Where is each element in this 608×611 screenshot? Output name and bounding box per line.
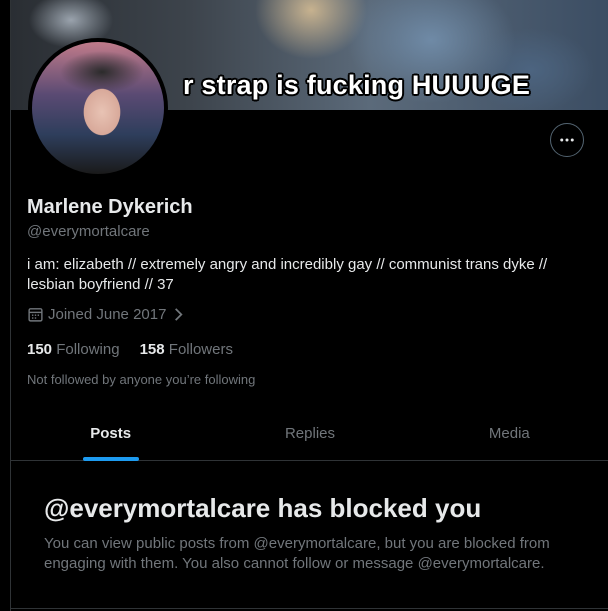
profile-page: r strap is fucking HUUUGE Marlene Dykeri… <box>10 0 608 611</box>
follow-stats: 150 Following 158 Followers <box>27 341 233 358</box>
profile-bio: i am: elizabeth // extremely angry and i… <box>27 256 548 293</box>
following-link[interactable]: 150 Following <box>27 341 120 358</box>
profile-tabs: Posts Replies Media <box>11 407 608 461</box>
followers-count: 158 <box>139 341 165 358</box>
profile-handle: @everymortalcare <box>27 223 150 240</box>
divider <box>11 608 608 609</box>
tab-media-label: Media <box>488 425 530 442</box>
banner-caption: r strap is fucking HUUUGE <box>183 70 531 100</box>
joined-label: Joined June 2017 <box>48 306 167 323</box>
following-label: Following <box>56 341 120 358</box>
followers-label: Followers <box>168 341 233 358</box>
following-count: 150 <box>27 341 53 358</box>
tab-replies[interactable]: Replies <box>210 407 409 460</box>
blocked-description: You can view public posts from @everymor… <box>44 535 550 572</box>
more-icon <box>560 138 574 142</box>
active-tab-indicator <box>82 457 139 461</box>
blocked-title: @everymortalcare has blocked you <box>44 493 482 523</box>
followers-link[interactable]: 158 Followers <box>140 341 233 358</box>
tab-media[interactable]: Media <box>410 407 608 460</box>
more-options-button[interactable] <box>550 123 584 157</box>
chevron-right-icon[interactable] <box>170 306 187 323</box>
tab-posts-label: Posts <box>90 425 132 442</box>
profile-name: Marlene Dykerich <box>27 196 193 218</box>
avatar[interactable] <box>28 38 168 178</box>
tab-posts[interactable]: Posts <box>11 407 210 461</box>
calendar-icon <box>28 308 43 322</box>
tab-replies-label: Replies <box>284 425 335 442</box>
joined-date: Joined June 2017 <box>27 306 187 323</box>
followed-by-note: Not followed by anyone you’re following <box>27 372 256 387</box>
